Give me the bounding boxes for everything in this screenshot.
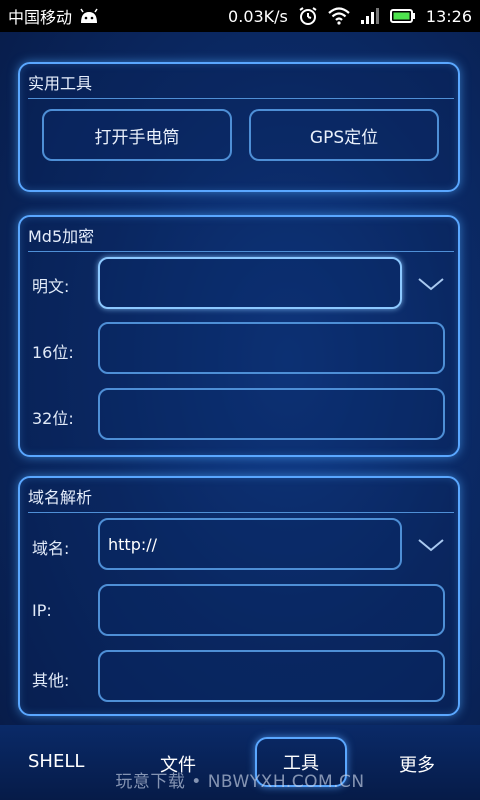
bottom-nav: SHELL 文件 工具 更多 玩意下载 • NBWYXH.COM.CN <box>0 725 480 800</box>
md5-title: Md5加密 <box>28 223 454 252</box>
clock: 13:26 <box>425 6 472 26</box>
gps-button[interactable]: GPS定位 <box>249 109 439 161</box>
other-output[interactable] <box>98 650 445 702</box>
battery-icon <box>389 8 416 24</box>
dns-title: 域名解析 <box>28 484 454 513</box>
network-speed: 0.03K/s <box>228 6 288 26</box>
ip-label: IP: <box>32 601 52 620</box>
other-label: 其他: <box>32 671 70 690</box>
tools-title: 实用工具 <box>28 70 454 99</box>
android-icon <box>78 8 100 24</box>
tools-panel: 实用工具 打开手电筒 GPS定位 <box>18 62 460 192</box>
ip-output[interactable] <box>98 584 445 636</box>
dns-panel: 域名解析 域名: http:// IP: 其他: <box>18 476 460 716</box>
signal-icon <box>360 7 380 25</box>
domain-dropdown-chevron-down-icon[interactable] <box>416 535 446 555</box>
carrier-name: 中国移动 <box>8 8 73 27</box>
wifi-icon <box>328 7 350 25</box>
md5-16-label: 16位: <box>32 343 74 362</box>
plaintext-dropdown-chevron-down-icon[interactable] <box>416 274 446 294</box>
md5-32-label: 32位: <box>32 409 74 428</box>
md5-16-output[interactable] <box>98 322 445 374</box>
plaintext-input[interactable] <box>98 257 402 309</box>
domain-label: 域名: <box>32 539 70 558</box>
status-bar: 中国移动 0.03K/s 13:26 <box>0 0 480 32</box>
domain-input[interactable]: http:// <box>98 518 402 570</box>
watermark: 玩意下载 • NBWYXH.COM.CN <box>115 772 365 792</box>
md5-panel: Md5加密 明文: 16位: 32位: <box>18 215 460 457</box>
plaintext-label: 明文: <box>32 277 70 296</box>
md5-32-output[interactable] <box>98 388 445 440</box>
alarm-icon <box>298 6 318 26</box>
flashlight-button[interactable]: 打开手电筒 <box>42 109 232 161</box>
